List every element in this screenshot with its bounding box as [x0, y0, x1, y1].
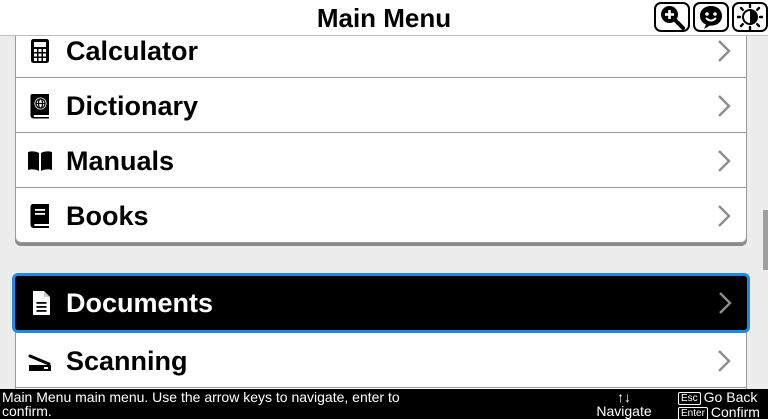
book-open-icon [27, 148, 53, 174]
scrollbar-thumb[interactable] [763, 210, 768, 270]
smiley-icon [700, 6, 722, 29]
status-bar: Main Menu main menu. Use the arrow keys … [0, 389, 768, 419]
calculator-icon [27, 38, 53, 64]
chevron-right-icon [716, 149, 732, 173]
zoom-in-button[interactable] [654, 2, 690, 32]
navigate-hint: ↑↓ Navigate [594, 390, 654, 418]
chevron-right-icon [716, 204, 732, 228]
key-hints: Esc Go Back Enter Confirm [678, 390, 768, 419]
enter-key: Enter [678, 407, 708, 419]
confirm-label: Confirm [710, 404, 760, 419]
feedback-button[interactable] [693, 2, 729, 32]
menu-item-manuals[interactable]: Manuals [16, 134, 746, 188]
navigate-label: Navigate [596, 403, 652, 419]
menu-group-documents: Documents Scanning [12, 273, 750, 396]
scanner-icon [27, 348, 53, 374]
menu-item-label: Calculator [66, 36, 199, 66]
go-back-hint[interactable]: Esc Go Back [678, 390, 768, 405]
zoom-in-icon [661, 6, 685, 30]
menu-item-label: Scanning [66, 346, 188, 376]
chevron-right-icon [716, 39, 732, 63]
esc-key: Esc [678, 392, 701, 405]
go-back-label: Go Back [703, 389, 758, 405]
chevron-right-icon [716, 94, 732, 118]
dictionary-icon [27, 93, 53, 119]
menu-item-books[interactable]: Books [16, 189, 746, 243]
chevron-right-icon [716, 349, 732, 373]
menu-item-label: Dictionary [66, 91, 199, 121]
menu-item-documents[interactable]: Documents [12, 273, 750, 333]
menu-item-label: Manuals [66, 146, 175, 176]
menu-item-scanning[interactable]: Scanning [16, 334, 746, 388]
header-toolbar [654, 2, 768, 32]
menu-group-tools: Calculator Dictionary Manuals Books [15, 24, 747, 243]
arrow-keys-icon: ↑↓ [617, 389, 631, 405]
menu-item-dictionary[interactable]: Dictionary [16, 79, 746, 133]
contrast-icon [737, 4, 763, 30]
status-message: Main Menu main menu. Use the arrow keys … [2, 389, 400, 419]
menu-item-label: Books [66, 201, 149, 231]
page-title: Main Menu [316, 3, 452, 33]
header-bar: Main Menu [0, 0, 768, 36]
menu-item-label: Documents [66, 288, 214, 318]
chevron-right-icon [717, 291, 733, 315]
book-icon [27, 203, 53, 229]
confirm-hint[interactable]: Enter Confirm [678, 405, 768, 419]
document-icon [28, 290, 54, 316]
contrast-button[interactable] [732, 2, 768, 32]
